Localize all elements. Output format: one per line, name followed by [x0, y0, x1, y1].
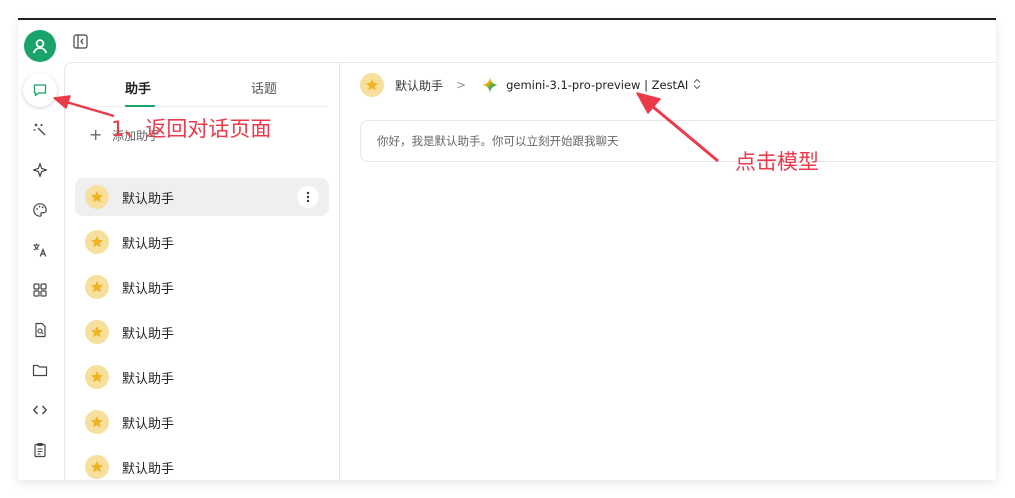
assistant-name: 默认助手: [122, 191, 175, 207]
plus-icon: +: [89, 125, 103, 144]
sidebar-item-notes[interactable]: [23, 433, 57, 467]
assistant-avatar: [85, 230, 109, 254]
assistant-avatar: [85, 275, 109, 299]
assistant-list-item[interactable]: 默认助手: [75, 313, 329, 351]
assistant-name: 默认助手: [122, 416, 175, 432]
sidebar-item-agents[interactable]: [23, 113, 57, 147]
model-name: gemini-3.1-pro-preview | ZestAI: [506, 78, 689, 92]
star-icon: [91, 416, 103, 428]
star-icon: [91, 191, 103, 203]
sidebar-item-files[interactable]: [23, 353, 57, 387]
palette-icon: [33, 203, 47, 217]
assistant-avatar: [360, 73, 384, 97]
star-icon: [91, 461, 103, 473]
star-icon: [91, 326, 103, 338]
sidebar-item-paint[interactable]: [23, 193, 57, 227]
assistant-avatar: [85, 365, 109, 389]
toggle-sidebar-button[interactable]: [70, 31, 90, 51]
welcome-message: 你好，我是默认助手。你可以立刻开始跟我聊天: [360, 120, 996, 162]
current-assistant-label[interactable]: 默认助手: [395, 77, 443, 94]
assistant-avatar: [85, 185, 109, 209]
code-icon: [33, 405, 47, 415]
assistant-list-item[interactable]: 默认助手: [75, 448, 329, 480]
assistant-name: 默认助手: [122, 461, 175, 477]
assistant-avatar: [85, 455, 109, 479]
star-icon: [91, 236, 103, 248]
assistant-name: 默认助手: [122, 281, 175, 297]
annotation-click-model: 点击模型: [735, 150, 819, 174]
star-icon: [91, 281, 103, 293]
tab-topics[interactable]: 话题: [251, 78, 277, 97]
assistant-avatar: [85, 320, 109, 344]
app-window: 助手 话题 + 添加助手 默认助手 默认助手 默认助手 默认助手 默认助手 默认…: [18, 20, 996, 480]
star-icon: [366, 79, 378, 91]
sidebar-item-code[interactable]: [23, 393, 57, 427]
chat-header: 默认助手 > gemini-3.1-pro-preview | ZestAI: [360, 73, 701, 97]
more-vertical-icon: [306, 191, 310, 203]
tab-assistants[interactable]: 助手: [125, 78, 151, 97]
sparkle-wand-icon: [33, 123, 46, 136]
sidebar-item-translate[interactable]: [23, 233, 57, 267]
assistant-name: 默认助手: [122, 236, 175, 252]
folder-icon: [32, 364, 48, 377]
translate-icon: [33, 243, 47, 257]
sidebar-item-assistant[interactable]: [23, 153, 57, 187]
chat-icon: [33, 84, 47, 97]
chevron-updown-icon: [693, 78, 701, 93]
star-sparkle-icon: [32, 162, 48, 178]
more-options-button[interactable]: [297, 186, 319, 208]
gemini-logo-icon: [482, 77, 498, 93]
user-avatar[interactable]: [24, 30, 56, 62]
sidebar-rail: [18, 20, 64, 480]
panel-tabs: 助手 话题: [75, 73, 327, 107]
assistant-list-item[interactable]: 默认助手: [75, 268, 329, 306]
assistant-name: 默认助手: [122, 326, 175, 342]
assistant-name: 默认助手: [122, 371, 175, 387]
sidebar-item-chat[interactable]: [23, 73, 57, 107]
assistant-avatar: [85, 410, 109, 434]
chat-area: 默认助手 > gemini-3.1-pro-preview | ZestAI 你…: [340, 62, 996, 480]
user-icon: [32, 39, 48, 54]
star-icon: [91, 371, 103, 383]
sidebar-collapse-icon: [72, 33, 88, 49]
clipboard-icon: [34, 442, 46, 458]
assistant-list-item[interactable]: 默认助手: [75, 178, 329, 216]
sidebar-item-files-search[interactable]: [23, 313, 57, 347]
sidebar-item-apps[interactable]: [23, 273, 57, 307]
model-selector[interactable]: gemini-3.1-pro-preview | ZestAI: [482, 77, 701, 93]
assistant-list-item[interactable]: 默认助手: [75, 223, 329, 261]
active-tab-indicator: [125, 105, 155, 107]
annotation-step1: 1、返回对话页面: [111, 117, 272, 141]
chevron-right-icon: >: [456, 78, 467, 92]
document-search-icon: [35, 322, 46, 338]
assistant-list-item[interactable]: 默认助手: [75, 358, 329, 396]
apps-grid-icon: [33, 283, 47, 297]
assistant-list-item[interactable]: 默认助手: [75, 403, 329, 441]
